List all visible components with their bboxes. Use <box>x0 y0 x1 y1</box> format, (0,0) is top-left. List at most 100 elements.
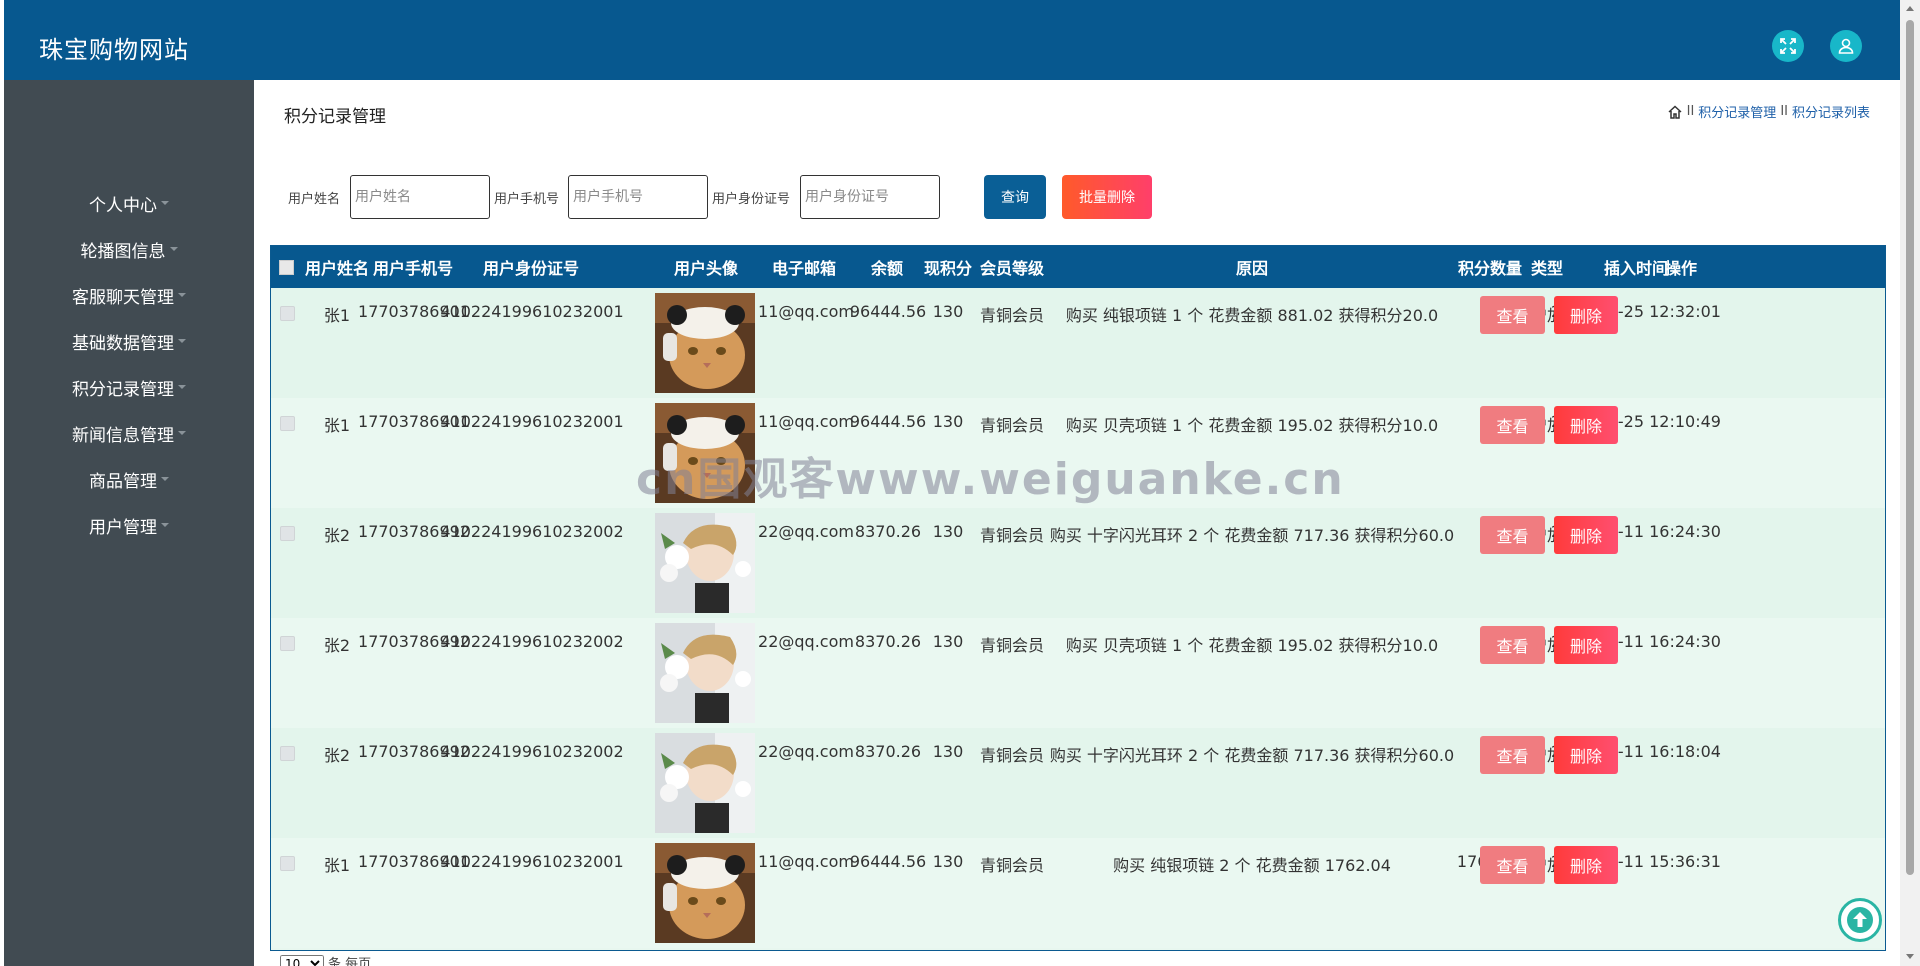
row-checkbox[interactable] <box>280 856 295 871</box>
caret-down-icon <box>178 339 186 343</box>
caret-down-icon <box>178 293 186 297</box>
cell-points: 130 <box>932 522 964 541</box>
th-email: 电子邮箱 <box>771 259 836 278</box>
row-checkbox[interactable] <box>280 306 295 321</box>
main-content: 积分记录管理 II 积分记录管理 II 积分记录列表 用户姓名 用户手机号 用户… <box>254 80 1900 966</box>
breadcrumb-points-list[interactable]: 积分记录列表 <box>1792 102 1870 121</box>
view-button[interactable]: 查看 <box>1480 626 1545 664</box>
row-checkbox[interactable] <box>280 636 295 651</box>
cell-points: 130 <box>932 632 964 651</box>
delete-button[interactable]: 删除 <box>1554 736 1618 774</box>
sidebar-item-basic-data[interactable]: 基础数据管理 <box>4 326 254 356</box>
delete-button[interactable]: 删除 <box>1554 516 1618 554</box>
scroll-down-icon[interactable] <box>1906 954 1914 959</box>
th-phone: 用户手机号 <box>373 259 454 278</box>
cell-idcard: 410224199610232002 <box>440 742 624 761</box>
breadcrumb-points-management[interactable]: 积分记录管理 <box>1698 102 1776 121</box>
th-points: 现积分 <box>923 259 972 278</box>
sidebar-item-label: 积分记录管理 <box>72 379 174 400</box>
cell-level: 青铜会员 <box>979 416 1044 435</box>
scroll-thumb[interactable] <box>1906 20 1914 875</box>
select-all-checkbox[interactable] <box>279 260 294 275</box>
user-icon[interactable] <box>1830 30 1862 62</box>
cell-level: 青铜会员 <box>979 306 1044 325</box>
view-button[interactable]: 查看 <box>1480 516 1545 554</box>
sidebar-item-label: 新闻信息管理 <box>72 425 174 446</box>
view-button[interactable]: 查看 <box>1480 846 1545 884</box>
table-row: 张2 17703786992 410224199610232002 22@qq.com… <box>271 508 1885 618</box>
cell-idcard: 410224199610232001 <box>440 852 624 871</box>
th-name: 用户姓名 <box>305 259 370 278</box>
breadcrumb: II 积分记录管理 II 积分记录列表 <box>1667 102 1870 121</box>
page-size-suffix: 条 每页 <box>328 957 372 966</box>
cell-idcard: 410224199610232001 <box>440 302 624 321</box>
cell-balance: 96444.56 <box>849 412 927 431</box>
sidebar-item-label: 轮播图信息 <box>80 241 166 262</box>
sidebar-item-products[interactable]: 商品管理 <box>4 464 254 494</box>
caret-down-icon <box>161 477 169 481</box>
cell-balance: 8370.26 <box>854 522 922 541</box>
cell-reason: 购买 纯银项链 2 个 花费金额 1762.04 <box>1113 856 1391 875</box>
idcard-label: 用户身份证号 <box>712 192 791 207</box>
user-avatar <box>655 733 755 833</box>
fullscreen-icon[interactable] <box>1772 30 1804 62</box>
page-title: 积分记录管理 <box>284 107 386 127</box>
sidebar-item-carousel[interactable]: 轮播图信息 <box>4 234 254 264</box>
delete-button[interactable]: 删除 <box>1554 296 1618 334</box>
cell-balance: 96444.56 <box>849 852 927 871</box>
phone-search-input[interactable] <box>568 175 708 219</box>
table-row: 张2 17703786992 410224199610232002 22@qq.com… <box>271 618 1885 728</box>
cell-points: 130 <box>932 742 964 761</box>
sidebar-item-news[interactable]: 新闻信息管理 <box>4 418 254 448</box>
row-checkbox[interactable] <box>280 746 295 761</box>
th-actions: 操作 <box>1664 259 1697 278</box>
cell-reason: 购买 十字闪光耳环 2 个 花费金额 717.36 获得积分60.0 <box>1049 526 1455 545</box>
user-avatar <box>655 623 755 723</box>
view-button[interactable]: 查看 <box>1480 296 1545 334</box>
delete-button[interactable]: 删除 <box>1554 626 1618 664</box>
caret-down-icon <box>161 201 169 205</box>
sidebar-item-users[interactable]: 用户管理 <box>4 510 254 540</box>
query-button[interactable]: 查询 <box>984 175 1046 219</box>
user-avatar <box>655 293 755 393</box>
row-checkbox[interactable] <box>280 526 295 541</box>
delete-button[interactable]: 删除 <box>1554 846 1618 884</box>
cell-email: 11@qq.com <box>758 412 854 431</box>
caret-down-icon <box>178 385 186 389</box>
cell-level: 青铜会员 <box>979 746 1044 765</box>
table-header: 用户姓名 用户手机号 用户身份证号 用户头像 电子邮箱 余额 现积分 会员等级 … <box>271 246 1885 288</box>
sidebar: 个人中心 轮播图信息 客服聊天管理 基础数据管理 积分记录管理 新闻信息管理 商… <box>4 80 254 966</box>
back-to-top-button[interactable] <box>1838 898 1882 942</box>
vertical-scrollbar[interactable] <box>1900 0 1920 966</box>
cell-level: 青铜会员 <box>979 856 1044 875</box>
arrow-up-icon <box>1847 907 1873 933</box>
table-row: 张1 17703786901 410224199610232001 11@qq.com… <box>271 288 1885 398</box>
delete-button[interactable]: 删除 <box>1554 406 1618 444</box>
caret-down-icon <box>178 431 186 435</box>
view-button[interactable]: 查看 <box>1480 736 1545 774</box>
th-avatar: 用户头像 <box>673 259 738 278</box>
breadcrumb-separator: II <box>1780 104 1788 119</box>
cell-balance: 8370.26 <box>854 632 922 651</box>
sidebar-item-personal-center[interactable]: 个人中心 <box>4 188 254 218</box>
cell-idcard: 410224199610232002 <box>440 632 624 651</box>
home-icon[interactable] <box>1667 104 1683 120</box>
site-title: 珠宝购物网站 <box>39 36 189 64</box>
cell-level: 青铜会员 <box>979 636 1044 655</box>
cell-points: 130 <box>932 852 964 871</box>
scroll-up-icon[interactable] <box>1906 6 1914 11</box>
phone-label: 用户手机号 <box>494 192 560 207</box>
breadcrumb-separator: II <box>1686 104 1695 119</box>
sidebar-item-chat[interactable]: 客服聊天管理 <box>4 280 254 310</box>
page-size-select[interactable]: 10 <box>280 954 324 966</box>
name-search-input[interactable] <box>350 175 490 219</box>
idcard-search-input[interactable] <box>800 175 940 219</box>
view-button[interactable]: 查看 <box>1480 406 1545 444</box>
batch-delete-button[interactable]: 批量删除 <box>1062 175 1152 219</box>
sidebar-item-label: 用户管理 <box>89 517 157 538</box>
row-checkbox[interactable] <box>280 416 295 431</box>
sidebar-item-points[interactable]: 积分记录管理 <box>4 372 254 402</box>
name-label: 用户姓名 <box>288 192 341 207</box>
table-row: 张2 17703786992 410224199610232002 22@qq.com… <box>271 728 1885 838</box>
th-balance: 余额 <box>870 259 903 278</box>
